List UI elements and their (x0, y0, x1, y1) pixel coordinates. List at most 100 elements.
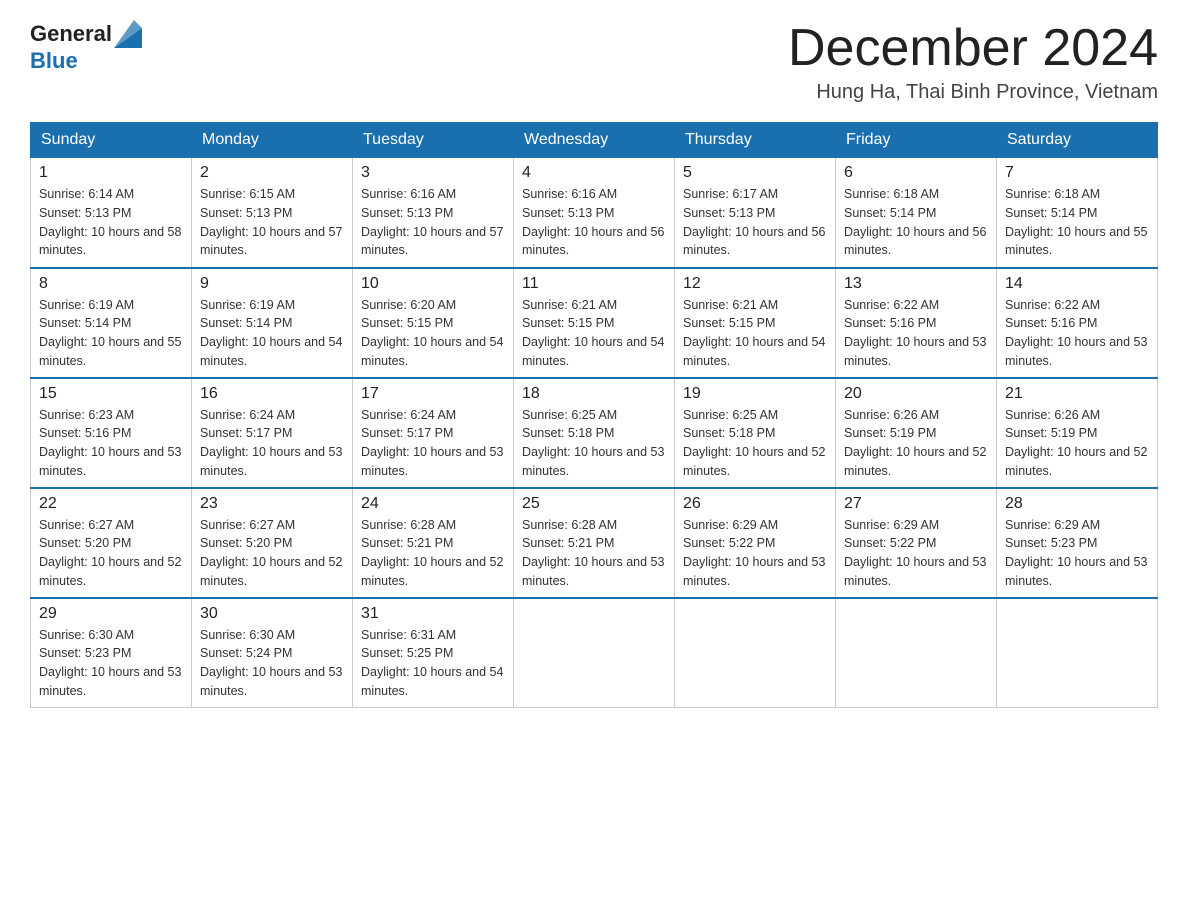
day-number: 28 (1005, 495, 1149, 513)
day-info: Sunrise: 6:30 AMSunset: 5:24 PMDaylight:… (200, 626, 344, 701)
day-info: Sunrise: 6:28 AMSunset: 5:21 PMDaylight:… (361, 516, 505, 591)
weekday-header-tuesday: Tuesday (353, 123, 514, 158)
day-number: 9 (200, 275, 344, 293)
day-number: 21 (1005, 385, 1149, 403)
day-info: Sunrise: 6:27 AMSunset: 5:20 PMDaylight:… (200, 516, 344, 591)
day-number: 30 (200, 605, 344, 623)
day-info: Sunrise: 6:18 AMSunset: 5:14 PMDaylight:… (1005, 185, 1149, 260)
calendar-cell (836, 598, 997, 708)
location-subtitle: Hung Ha, Thai Binh Province, Vietnam (788, 81, 1158, 104)
weekday-header-sunday: Sunday (31, 123, 192, 158)
day-info: Sunrise: 6:30 AMSunset: 5:23 PMDaylight:… (39, 626, 183, 701)
calendar-week-row: 29Sunrise: 6:30 AMSunset: 5:23 PMDayligh… (31, 598, 1158, 708)
calendar-cell: 15 Sunrise: 6:23 AMSunset: 5:16 PMDayligh… (31, 378, 192, 488)
day-number: 7 (1005, 164, 1149, 182)
day-info: Sunrise: 6:14 AMSunset: 5:13 PMDaylight:… (39, 185, 183, 260)
day-number: 23 (200, 495, 344, 513)
day-number: 8 (39, 275, 183, 293)
calendar-cell: 10 Sunrise: 6:20 AMSunset: 5:15 PMDayligh… (353, 268, 514, 378)
day-number: 26 (683, 495, 827, 513)
calendar-cell: 30 Sunrise: 6:30 AMSunset: 5:24 PMDayligh… (192, 598, 353, 708)
calendar-cell: 27 Sunrise: 6:29 AMSunset: 5:22 PMDayligh… (836, 488, 997, 598)
day-number: 6 (844, 164, 988, 182)
day-number: 14 (1005, 275, 1149, 293)
page-header: General Blue December 2024 Hung Ha, Thai… (30, 20, 1158, 104)
calendar-cell: 25 Sunrise: 6:28 AMSunset: 5:21 PMDayligh… (514, 488, 675, 598)
calendar-cell: 23 Sunrise: 6:27 AMSunset: 5:20 PMDayligh… (192, 488, 353, 598)
day-number: 25 (522, 495, 666, 513)
day-number: 24 (361, 495, 505, 513)
calendar-week-row: 22 Sunrise: 6:27 AMSunset: 5:20 PMDayligh… (31, 488, 1158, 598)
calendar-cell: 6 Sunrise: 6:18 AMSunset: 5:14 PMDaylight… (836, 158, 997, 268)
calendar-cell: 2Sunrise: 6:15 AMSunset: 5:13 PMDaylight… (192, 158, 353, 268)
logo: General Blue (30, 20, 142, 74)
weekday-header-monday: Monday (192, 123, 353, 158)
calendar-cell (997, 598, 1158, 708)
month-title: December 2024 (788, 20, 1158, 77)
day-number: 19 (683, 385, 827, 403)
logo-general-text: General (30, 21, 112, 47)
day-number: 1 (39, 164, 183, 182)
day-number: 11 (522, 275, 666, 293)
calendar-cell: 20Sunrise: 6:26 AMSunset: 5:19 PMDayligh… (836, 378, 997, 488)
calendar-cell: 21 Sunrise: 6:26 AMSunset: 5:19 PMDayligh… (997, 378, 1158, 488)
day-info: Sunrise: 6:20 AMSunset: 5:15 PMDaylight:… (361, 296, 505, 371)
day-info: Sunrise: 6:16 AMSunset: 5:13 PMDaylight:… (361, 185, 505, 260)
calendar-cell: 5 Sunrise: 6:17 AMSunset: 5:13 PMDaylight… (675, 158, 836, 268)
day-info: Sunrise: 6:15 AMSunset: 5:13 PMDaylight:… (200, 185, 344, 260)
day-info: Sunrise: 6:23 AMSunset: 5:16 PMDaylight:… (39, 406, 183, 481)
calendar-week-row: 15 Sunrise: 6:23 AMSunset: 5:16 PMDayligh… (31, 378, 1158, 488)
day-info: Sunrise: 6:29 AMSunset: 5:23 PMDaylight:… (1005, 516, 1149, 591)
calendar-cell: 13Sunrise: 6:22 AMSunset: 5:16 PMDayligh… (836, 268, 997, 378)
day-info: Sunrise: 6:26 AMSunset: 5:19 PMDaylight:… (1005, 406, 1149, 481)
weekday-header-friday: Friday (836, 123, 997, 158)
calendar-cell: 18Sunrise: 6:25 AMSunset: 5:18 PMDayligh… (514, 378, 675, 488)
day-info: Sunrise: 6:29 AMSunset: 5:22 PMDaylight:… (683, 516, 827, 591)
calendar-week-row: 1 Sunrise: 6:14 AMSunset: 5:13 PMDaylight… (31, 158, 1158, 268)
calendar-cell: 3Sunrise: 6:16 AMSunset: 5:13 PMDaylight… (353, 158, 514, 268)
weekday-header-saturday: Saturday (997, 123, 1158, 158)
day-info: Sunrise: 6:24 AMSunset: 5:17 PMDaylight:… (200, 406, 344, 481)
calendar-cell: 31 Sunrise: 6:31 AMSunset: 5:25 PMDayligh… (353, 598, 514, 708)
logo-blue-text: Blue (30, 48, 78, 74)
calendar-cell: 17Sunrise: 6:24 AMSunset: 5:17 PMDayligh… (353, 378, 514, 488)
day-info: Sunrise: 6:28 AMSunset: 5:21 PMDaylight:… (522, 516, 666, 591)
day-info: Sunrise: 6:22 AMSunset: 5:16 PMDaylight:… (1005, 296, 1149, 371)
calendar-cell: 28 Sunrise: 6:29 AMSunset: 5:23 PMDayligh… (997, 488, 1158, 598)
day-info: Sunrise: 6:26 AMSunset: 5:19 PMDaylight:… (844, 406, 988, 481)
logo-icon (114, 20, 142, 48)
title-area: December 2024 Hung Ha, Thai Binh Provinc… (788, 20, 1158, 104)
weekday-header-thursday: Thursday (675, 123, 836, 158)
calendar-cell: 8Sunrise: 6:19 AMSunset: 5:14 PMDaylight… (31, 268, 192, 378)
calendar-cell: 1 Sunrise: 6:14 AMSunset: 5:13 PMDaylight… (31, 158, 192, 268)
day-number: 10 (361, 275, 505, 293)
day-info: Sunrise: 6:29 AMSunset: 5:22 PMDaylight:… (844, 516, 988, 591)
day-number: 18 (522, 385, 666, 403)
day-info: Sunrise: 6:27 AMSunset: 5:20 PMDaylight:… (39, 516, 183, 591)
day-number: 5 (683, 164, 827, 182)
day-number: 31 (361, 605, 505, 623)
calendar-cell: 7 Sunrise: 6:18 AMSunset: 5:14 PMDaylight… (997, 158, 1158, 268)
day-number: 4 (522, 164, 666, 182)
calendar-cell: 29Sunrise: 6:30 AMSunset: 5:23 PMDayligh… (31, 598, 192, 708)
calendar-week-row: 8Sunrise: 6:19 AMSunset: 5:14 PMDaylight… (31, 268, 1158, 378)
day-info: Sunrise: 6:17 AMSunset: 5:13 PMDaylight:… (683, 185, 827, 260)
day-number: 16 (200, 385, 344, 403)
day-info: Sunrise: 6:16 AMSunset: 5:13 PMDaylight:… (522, 185, 666, 260)
day-number: 17 (361, 385, 505, 403)
day-number: 13 (844, 275, 988, 293)
day-number: 27 (844, 495, 988, 513)
day-info: Sunrise: 6:31 AMSunset: 5:25 PMDaylight:… (361, 626, 505, 701)
calendar-cell: 24 Sunrise: 6:28 AMSunset: 5:21 PMDayligh… (353, 488, 514, 598)
day-info: Sunrise: 6:18 AMSunset: 5:14 PMDaylight:… (844, 185, 988, 260)
calendar-cell (514, 598, 675, 708)
day-number: 12 (683, 275, 827, 293)
calendar-cell: 16 Sunrise: 6:24 AMSunset: 5:17 PMDayligh… (192, 378, 353, 488)
day-number: 15 (39, 385, 183, 403)
weekday-header-wednesday: Wednesday (514, 123, 675, 158)
weekday-header-row: SundayMondayTuesdayWednesdayThursdayFrid… (31, 123, 1158, 158)
calendar-table: SundayMondayTuesdayWednesdayThursdayFrid… (30, 122, 1158, 708)
day-number: 22 (39, 495, 183, 513)
day-info: Sunrise: 6:21 AMSunset: 5:15 PMDaylight:… (683, 296, 827, 371)
calendar-cell (675, 598, 836, 708)
